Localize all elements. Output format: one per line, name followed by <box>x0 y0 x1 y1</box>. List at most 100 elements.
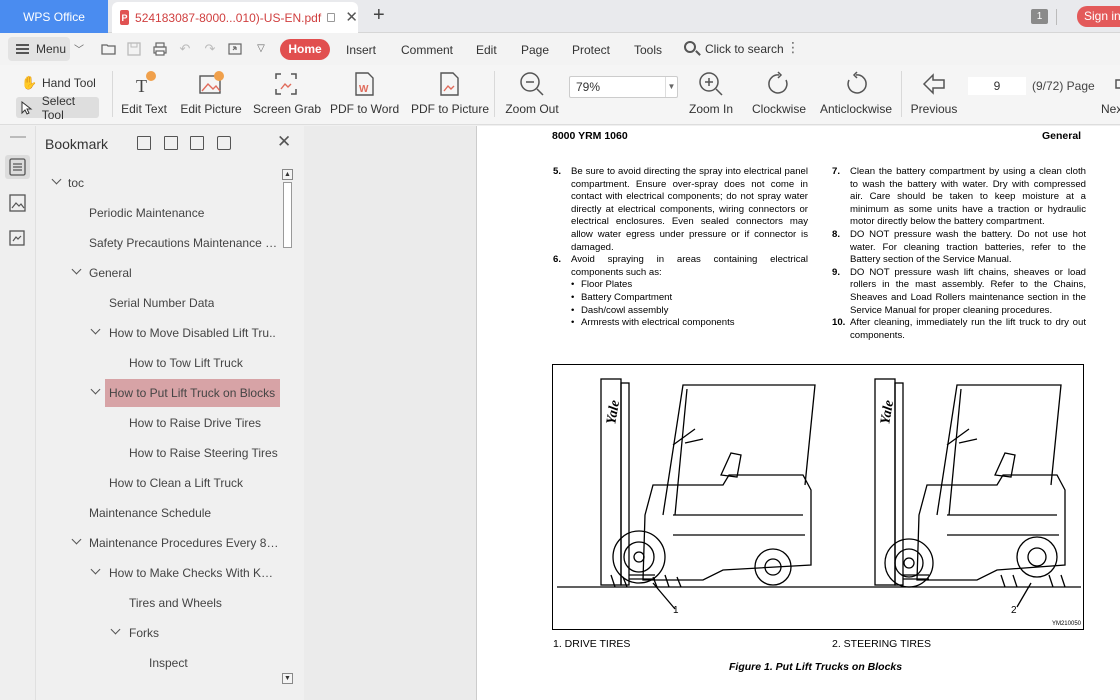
close-panel-icon[interactable]: ✕ <box>277 132 291 152</box>
more-chevron-icon[interactable]: ▽ <box>253 41 269 57</box>
chevron-down-icon[interactable] <box>51 176 63 188</box>
zoom-in-button[interactable]: Zoom In <box>686 70 736 116</box>
bookmark-panel-button[interactable] <box>5 155 30 179</box>
select-tool-button[interactable]: Select Tool <box>16 94 99 122</box>
collapse-bookmarks-icon[interactable] <box>164 136 178 150</box>
chevron-down-icon[interactable] <box>71 536 83 548</box>
scrollbar-thumb[interactable] <box>283 182 292 248</box>
next-page-button[interactable]: Next <box>1098 70 1120 116</box>
edit-picture-button[interactable]: Edit Picture <box>180 70 242 116</box>
zoom-in-icon <box>697 70 725 98</box>
rotate-clockwise-button[interactable]: Clockwise <box>751 70 807 116</box>
tab-tools[interactable]: Tools <box>634 43 662 57</box>
bookmark-item[interactable]: How to Raise Drive Tires <box>37 409 283 437</box>
new-tab-plus-icon[interactable]: + <box>373 5 385 25</box>
chevron-down-icon[interactable]: ▼ <box>665 77 677 97</box>
pdf-to-word-button[interactable]: W PDF to Word <box>330 70 399 116</box>
sign-in-button[interactable]: Sign in <box>1077 6 1120 27</box>
more-options-icon[interactable]: ⋮ <box>786 39 800 56</box>
scroll-down-icon[interactable]: ▼ <box>282 673 293 684</box>
hand-tool-button[interactable]: ✋ Hand Tool <box>16 72 99 93</box>
forklift-illustration: Yale 1 Yale 2 <box>557 378 1081 616</box>
export-icon[interactable] <box>227 41 243 57</box>
bookmark-item[interactable]: General <box>37 259 283 287</box>
bookmark-panel: Bookmark ✕ toc Periodic Maintenance Safe… <box>37 126 304 694</box>
undo-icon[interactable]: ↶ <box>177 41 193 57</box>
edit-text-button[interactable]: T Edit Text <box>121 70 167 116</box>
page-number-input[interactable]: 9 <box>968 77 1026 95</box>
bookmark-item-selected[interactable]: How to Put Lift Truck on Blocks <box>37 379 283 407</box>
save-icon[interactable] <box>126 41 142 57</box>
bookmark-item[interactable]: Periodic Maintenance <box>37 199 283 227</box>
svg-text:T: T <box>136 76 147 96</box>
expand-bookmarks-icon[interactable] <box>190 136 204 150</box>
chevron-down-icon[interactable] <box>90 386 102 398</box>
divider <box>112 71 113 117</box>
bookmark-item[interactable]: Maintenance Schedule <box>37 499 283 527</box>
zoom-out-button[interactable]: Zoom Out <box>504 70 560 116</box>
window-count-badge[interactable]: 1 <box>1031 9 1048 24</box>
drag-handle[interactable] <box>10 136 26 138</box>
pdf-page: 8000 YRM 1060 General 5. Be sure to avoi… <box>476 126 1120 700</box>
chevron-down-icon[interactable] <box>90 326 102 338</box>
bookmark-item-label: General <box>89 266 132 280</box>
document-viewport[interactable]: 8000 YRM 1060 General 5. Be sure to avoi… <box>304 126 1120 700</box>
page-header-section: General <box>1042 130 1082 142</box>
comments-panel-button[interactable] <box>5 226 30 250</box>
bookmark-item-toc[interactable]: toc <box>37 169 283 197</box>
list-item: 10. After cleaning, immediately run the … <box>832 317 1086 342</box>
tab-edit[interactable]: Edit <box>476 43 497 57</box>
bookmark-item[interactable]: How to Raise Steering Tires <box>37 439 283 467</box>
thumbnail-panel-button[interactable] <box>5 191 30 215</box>
tab-insert[interactable]: Insert <box>346 43 376 57</box>
anticlockwise-label: Anticlockwise <box>819 102 893 116</box>
tab-protect[interactable]: Protect <box>572 43 610 57</box>
chevron-down-icon[interactable] <box>90 566 102 578</box>
item-text: DO NOT pressure wash the battery. Do not… <box>850 228 1086 266</box>
close-tab-icon[interactable]: ✕ <box>345 10 358 25</box>
screen-grab-button[interactable]: Screen Grab <box>253 70 321 116</box>
zoom-level-select[interactable]: 79% ▼ <box>569 76 678 98</box>
tab-page[interactable]: Page <box>521 43 549 57</box>
chevron-down-icon[interactable]: ﹀ <box>74 41 84 56</box>
document-tab[interactable]: P 524183087-8000...010)-US-EN.pdf ✕ <box>112 2 358 33</box>
bookmark-item-label: toc <box>68 176 85 190</box>
item-number: 9. <box>832 266 841 278</box>
pdf-to-picture-label: PDF to Picture <box>411 102 490 116</box>
scroll-up-icon[interactable]: ▲ <box>282 169 293 180</box>
pdf-to-picture-button[interactable]: PDF to Picture <box>411 70 490 116</box>
menu-bar: Menu ﹀ ↶ ↷ ▽ Home Insert Comment Edit Pa… <box>0 33 1120 65</box>
open-folder-icon[interactable] <box>101 41 117 57</box>
print-icon[interactable] <box>152 41 168 57</box>
bookmark-item[interactable]: Safety Precautions Maintenance a... <box>37 229 283 257</box>
bookmark-item[interactable]: Maintenance Procedures Every 8 ... <box>37 529 283 557</box>
bookmark-settings-icon[interactable] <box>217 136 231 150</box>
monitor-icon[interactable] <box>327 13 336 22</box>
tab-comment[interactable]: Comment <box>401 43 453 57</box>
rotate-anticlockwise-button[interactable]: Anticlockwise <box>819 70 893 116</box>
chevron-down-icon[interactable] <box>71 266 83 278</box>
add-bookmark-icon[interactable] <box>137 136 151 150</box>
search-icon[interactable] <box>684 41 696 53</box>
bookmark-scrollbar[interactable]: ▲ ▼ <box>281 168 295 688</box>
arrow-right-icon <box>1112 70 1120 98</box>
bookmark-item[interactable]: How to Tow Lift Truck <box>37 349 283 377</box>
tab-home[interactable]: Home <box>280 39 330 60</box>
redo-icon[interactable]: ↷ <box>202 41 218 57</box>
bookmark-item[interactable]: Serial Number Data <box>37 289 283 317</box>
search-box[interactable]: Click to search <box>705 42 784 56</box>
bookmark-item[interactable]: Inspect <box>37 649 283 677</box>
pdf-file-icon: P <box>120 10 130 25</box>
wps-office-tab[interactable]: WPS Office <box>0 0 108 33</box>
bookmark-item[interactable]: How to Clean a Lift Truck <box>37 469 283 497</box>
bookmark-item-label: Periodic Maintenance <box>89 206 205 220</box>
menu-button[interactable]: Menu <box>8 37 70 61</box>
previous-page-button[interactable]: Previous <box>909 70 959 116</box>
bookmark-item[interactable]: Tires and Wheels <box>37 589 283 617</box>
item-number: 7. <box>832 166 841 177</box>
bookmark-item[interactable]: How to Make Checks With Key.. <box>37 559 283 587</box>
chevron-down-icon[interactable] <box>110 626 122 638</box>
list-icon <box>9 158 26 176</box>
bookmark-item[interactable]: How to Move Disabled Lift Tru.. <box>37 319 283 347</box>
bookmark-item[interactable]: Forks <box>37 619 283 647</box>
